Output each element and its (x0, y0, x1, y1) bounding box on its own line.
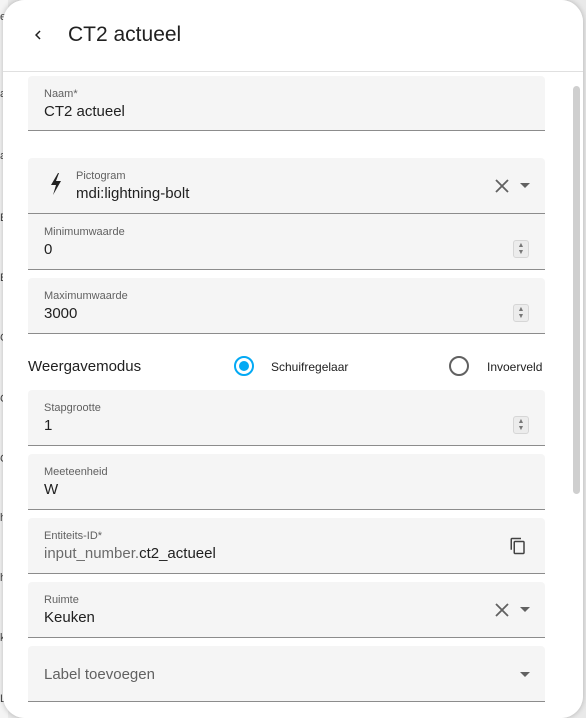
name-field[interactable]: Naam* CT2 actueel (28, 76, 545, 131)
name-value: CT2 actueel (44, 103, 125, 120)
name-label: Naam* (44, 88, 78, 100)
stepper-up-icon: ▲ (517, 306, 525, 313)
lightning-bolt-icon (51, 173, 61, 195)
max-stepper[interactable]: ▲ ▼ (513, 304, 529, 322)
icon-picker-field[interactable]: Pictogram mdi:lightning-bolt (28, 158, 545, 214)
unit-value: W (44, 481, 59, 498)
copy-entity-id-button[interactable] (507, 535, 529, 557)
menu-down-icon (520, 183, 530, 188)
area-dropdown-button[interactable] (516, 601, 534, 619)
add-label-placeholder: Label toevoegen (44, 666, 155, 683)
min-label: Minimumwaarde (44, 226, 125, 238)
clear-icon-button[interactable] (493, 177, 511, 195)
display-mode-group: Weergavemodus Schuifregelaar Invoerveld (28, 352, 545, 382)
close-icon (495, 603, 509, 617)
min-value: 0 (44, 241, 53, 258)
unit-field[interactable]: Meeteenheid W (28, 454, 545, 510)
edit-helper-dialog: CT2 actueel Naam* CT2 actueel Pictogram … (3, 0, 583, 718)
step-value: 1 (44, 417, 53, 434)
area-field[interactable]: Ruimte Keuken (28, 582, 545, 638)
min-field[interactable]: Minimumwaarde 0 ▲ ▼ (28, 214, 545, 270)
max-label: Maximumwaarde (44, 290, 128, 302)
stepper-down-icon: ▼ (517, 249, 525, 256)
step-field[interactable]: Stapgrootte 1 ▲ ▼ (28, 390, 545, 446)
radio-input-field-label[interactable]: Invoerveld (487, 360, 542, 374)
scrollbar[interactable] (573, 86, 580, 494)
max-field[interactable]: Maximumwaarde 3000 ▲ ▼ (28, 278, 545, 334)
radio-slider-label[interactable]: Schuifregelaar (271, 360, 348, 374)
display-mode-label: Weergavemodus (28, 358, 142, 375)
content-copy-icon (510, 537, 525, 555)
radio-input-field[interactable] (449, 356, 469, 376)
entity-id-suffix: ct2_actueel (139, 545, 216, 562)
entity-id-field[interactable]: Entiteits-ID* input_number.ct2_actueel (28, 518, 545, 574)
clear-area-button[interactable] (493, 601, 511, 619)
chevron-left-icon (35, 30, 41, 40)
min-stepper[interactable]: ▲ ▼ (513, 240, 529, 258)
radio-slider[interactable] (234, 356, 254, 376)
step-stepper[interactable]: ▲ ▼ (513, 416, 529, 434)
stepper-down-icon: ▼ (517, 425, 525, 432)
stepper-up-icon: ▲ (517, 418, 525, 425)
back-button[interactable] (25, 22, 51, 48)
close-icon (495, 179, 509, 193)
area-value: Keuken (44, 609, 95, 626)
icon-value: mdi:lightning-bolt (76, 185, 190, 202)
add-label-field[interactable]: Label toevoegen (28, 646, 545, 702)
step-label: Stapgrootte (44, 402, 101, 414)
entity-id-label: Entiteits-ID* (44, 530, 103, 542)
max-value: 3000 (44, 305, 78, 322)
area-label: Ruimte (44, 594, 79, 606)
dialog-title: CT2 actueel (68, 23, 182, 46)
label-dropdown-button[interactable] (516, 666, 534, 684)
stepper-up-icon: ▲ (517, 242, 525, 249)
icon-label: Pictogram (76, 170, 126, 182)
icon-dropdown-button[interactable] (516, 177, 534, 195)
entity-id-prefix: input_number. (44, 545, 140, 562)
stepper-down-icon: ▼ (517, 313, 525, 320)
menu-down-icon (520, 672, 530, 677)
entity-id-value: input_number.ct2_actueel (44, 545, 216, 563)
menu-down-icon (520, 607, 530, 612)
dialog-header: CT2 actueel (3, 0, 583, 72)
unit-label: Meeteenheid (44, 466, 108, 478)
